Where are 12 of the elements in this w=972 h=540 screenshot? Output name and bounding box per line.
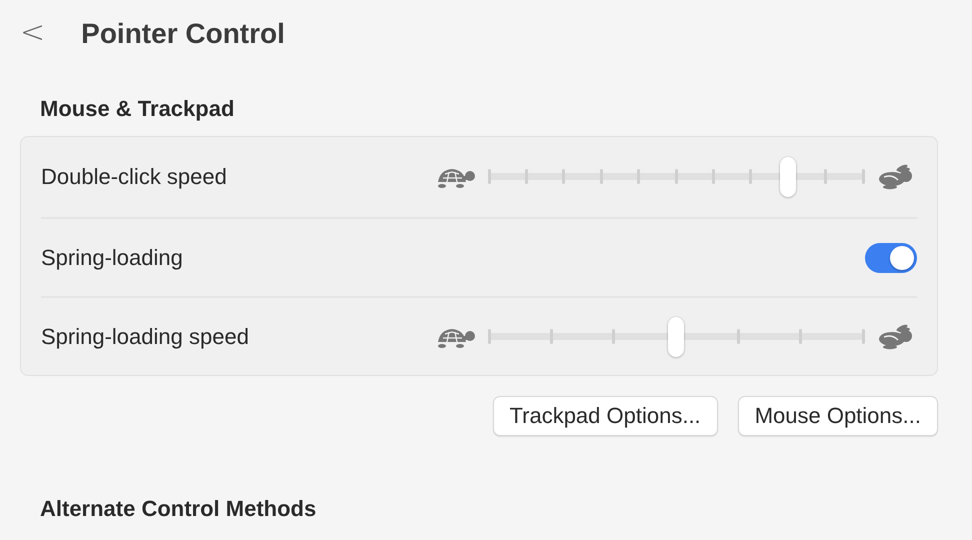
toggle-switch[interactable] — [865, 242, 917, 272]
setting-label: Spring-loading — [41, 244, 183, 270]
setting-label: Double-click speed — [41, 164, 227, 190]
section-heading: Alternate Control Methods — [40, 496, 318, 523]
section-heading: Mouse & Trackpad — [40, 96, 236, 123]
page-title: Pointer Control — [81, 18, 285, 50]
options-button[interactable]: Mouse Options... — [738, 396, 938, 436]
setting-label: Spring-loading speed — [41, 324, 249, 350]
speed-slider[interactable] — [489, 316, 863, 356]
speed-slider[interactable] — [489, 157, 863, 197]
options-button[interactable]: Trackpad Options... — [492, 396, 718, 436]
back-button[interactable]: < — [20, 14, 46, 54]
